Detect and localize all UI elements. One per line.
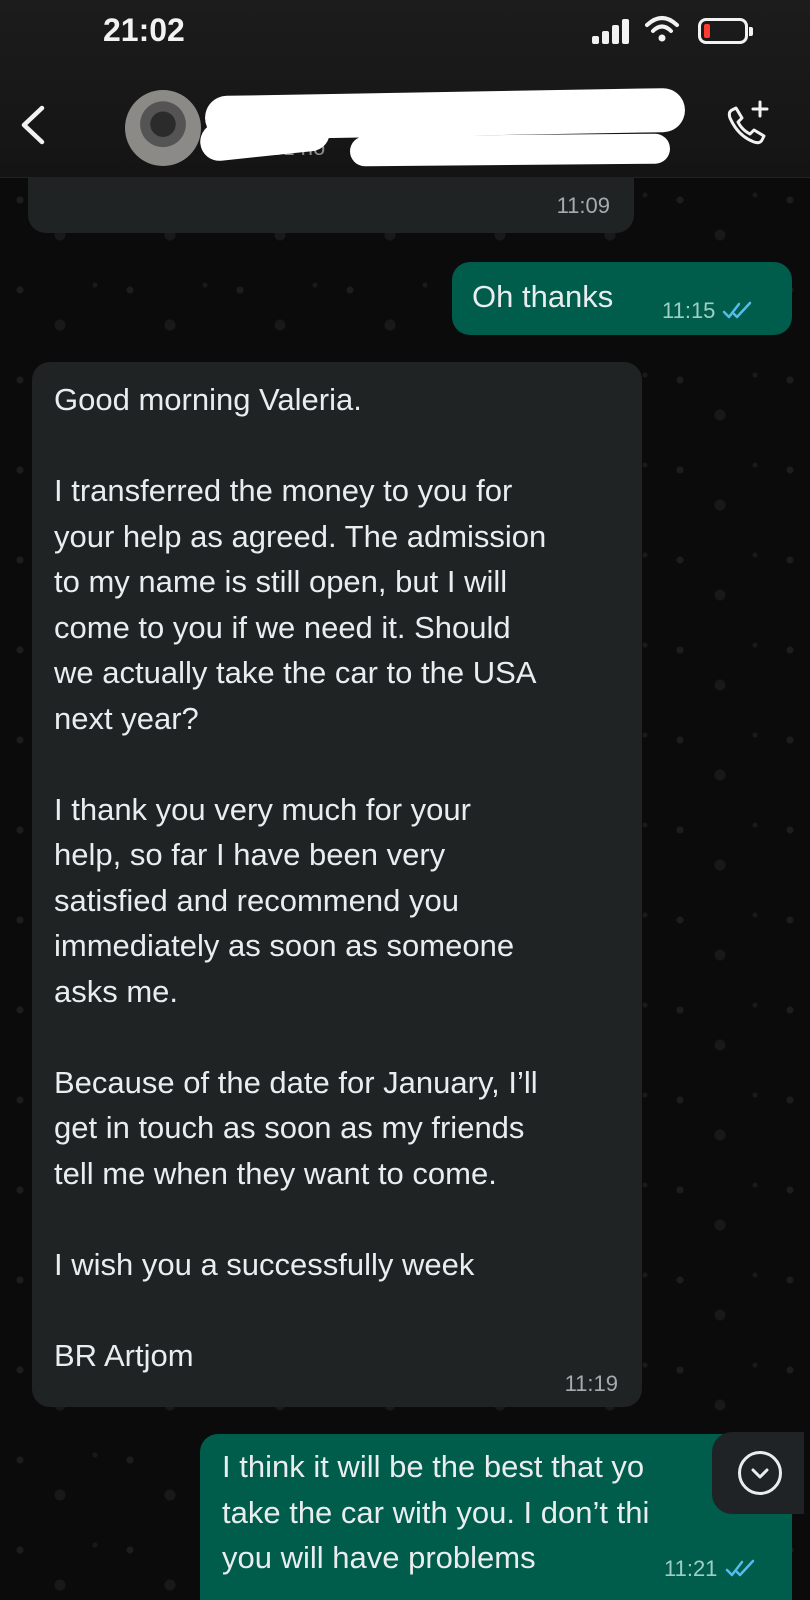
- message-time: 11:09: [556, 193, 610, 218]
- message-time: 11:19: [564, 1371, 618, 1396]
- status-redaction: [349, 133, 671, 167]
- read-ticks-icon: [722, 301, 752, 319]
- wifi-icon: [645, 16, 679, 42]
- status-bar-time: 21:02: [103, 12, 185, 48]
- chevron-down-circle-icon: [738, 1451, 782, 1495]
- contact-avatar[interactable]: [125, 90, 201, 166]
- message-text: Oh thanks: [472, 279, 614, 314]
- read-ticks-icon: [725, 1559, 755, 1577]
- add-call-button[interactable]: [720, 98, 772, 154]
- message-bubble-outgoing[interactable]: I think it will be the best that yo take…: [200, 1434, 792, 1600]
- message-time: 11:15: [662, 298, 716, 323]
- back-button[interactable]: [14, 100, 54, 150]
- message-bubble-incoming[interactable]: Good morning Valeria. I transferred the …: [32, 362, 642, 1407]
- scroll-to-bottom-button[interactable]: [712, 1432, 804, 1514]
- message-time: 11:21: [664, 1556, 718, 1581]
- message-text: Good morning Valeria. I transferred the …: [54, 382, 547, 1373]
- battery-low-icon: [698, 18, 753, 44]
- message-bubble-outgoing[interactable]: Oh thanks 11:15: [452, 262, 792, 335]
- chat-header: 21:02 últ. vez ho: [0, 0, 810, 178]
- cellular-signal-icon: [592, 18, 634, 44]
- contact-name-redaction[interactable]: [204, 87, 686, 141]
